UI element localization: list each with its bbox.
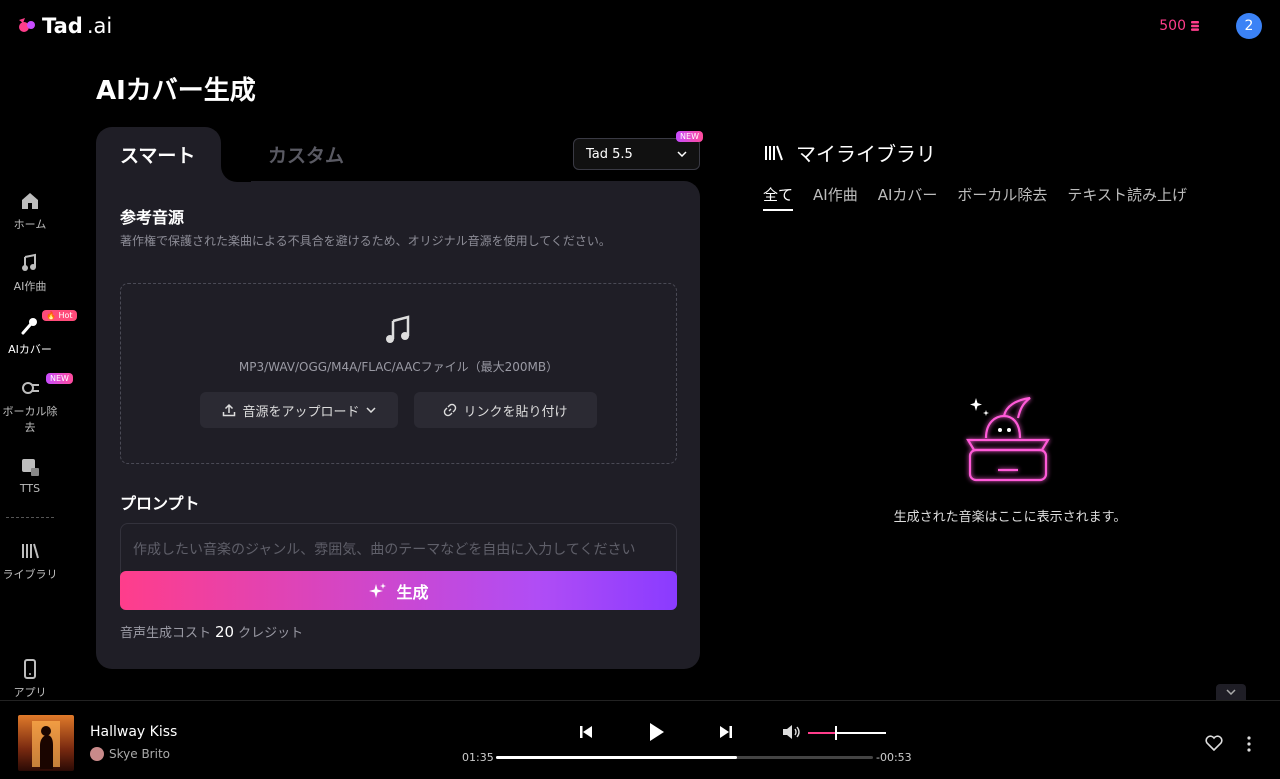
sidebar-label-vocal-remove: ボーカル除去 [2,405,58,434]
artist-avatar [90,747,104,761]
supported-formats: MP3/WAV/OGG/M4A/FLAC/AACファイル（最大200MB） [238,360,559,374]
library-icon [22,543,39,559]
model-new-badge: NEW [676,131,703,142]
artist-info[interactable]: Skye Brito [90,747,170,761]
song-title[interactable]: Hallway Kiss [90,724,177,740]
library-tabs: 全て AI作曲 AIカバー ボーカル除去 テキスト読み上げ [763,184,1187,211]
chevron-down-icon [677,151,687,157]
chevron-down-icon [1226,689,1236,695]
tab-custom[interactable]: カスタム [268,141,344,168]
sidebar-item-vocal-remove[interactable]: ボーカル除去 [0,377,60,435]
library-tab-tts[interactable]: テキスト読み上げ [1067,184,1187,211]
logo-text: Tad [42,14,83,38]
sidebar-item-home[interactable]: ホーム [0,190,60,232]
prompt-title: プロンプト [120,494,200,513]
upload-icon [223,403,236,417]
sidebar-item-app[interactable]: アプリ [0,658,60,700]
volume-icon[interactable] [782,724,802,740]
source-description: 著作権で保護された楽曲による不具合を避けるため、オリジナル音源を使用してください… [120,234,611,248]
sidebar-item-tts[interactable]: TTS [0,456,60,495]
home-icon [22,193,38,209]
logo-suffix: .ai [86,14,113,38]
more-options-icon[interactable] [1246,736,1252,752]
avatar-letter: 2 [1244,18,1254,34]
empty-box-icon [966,396,1050,482]
chevron-down-icon [365,407,376,413]
new-badge: NEW [46,373,73,384]
link-icon [444,403,457,417]
library-tab-ai-cover[interactable]: AIカバー [878,184,938,211]
heart-icon[interactable] [1205,735,1223,751]
credits-count: 500 [1159,18,1186,34]
artist-name: Skye Brito [109,747,170,761]
volume-slider[interactable] [808,732,886,734]
sidebar-label-app: アプリ [13,686,47,699]
library-tab-vocal-remove[interactable]: ボーカル除去 [957,184,1047,211]
elapsed-time: 01:35 [462,751,494,764]
next-track-icon[interactable] [719,724,733,740]
sidebar-item-ai-cover[interactable]: AIカバー [0,315,60,357]
sidebar-label-home: ホーム [13,218,47,231]
sidebar-label-tts: TTS [19,482,41,495]
credits-display[interactable]: 500 [1159,18,1200,34]
volume-fill [808,732,836,734]
coin-stack-icon [1191,21,1199,31]
upload-audio-label: 音源をアップロード [242,404,360,420]
tab-smart[interactable]: スマート [96,127,221,187]
library-empty-message: 生成された音楽はここに表示されます。 [893,510,1127,525]
model-value: Tad 5.5 [586,146,633,162]
microphone-icon [21,318,37,335]
sidebar-label-library: ライブラリ [2,568,58,581]
panel-corner-mask [221,150,251,182]
generation-cost: 音声生成コスト 20 クレジット [120,622,304,642]
volume-handle[interactable] [835,726,838,740]
paste-link-button[interactable]: リンクを貼り付け [414,392,597,428]
library-tab-ai-compose[interactable]: AI作曲 [813,184,858,211]
logo[interactable]: Tad .ai [16,14,112,38]
generate-label: 生成 [396,582,429,602]
cost-suffix: クレジット [238,626,304,641]
model-select[interactable]: Tad 5.5 NEW [573,131,703,170]
album-cover[interactable] [18,715,74,771]
music-note-icon [386,315,410,343]
logo-icon [19,18,35,32]
cost-prefix: 音声生成コスト [120,626,212,641]
user-avatar[interactable]: 2 [1236,13,1262,39]
cost-value: 20 [215,622,235,641]
paste-link-label: リンクを貼り付け [463,404,568,420]
cover-art [32,721,60,769]
remaining-time: -00:53 [876,751,912,764]
source-title: 参考音源 [120,208,185,227]
sidebar-divider [6,517,54,518]
sparkle-icon [369,582,387,598]
progress-fill [496,756,738,759]
playback-progress[interactable] [496,756,873,759]
library-tab-all[interactable]: 全て [763,184,794,211]
phone-icon [24,659,36,679]
music-note-icon [22,253,36,271]
collapse-player-button[interactable] [1216,684,1246,700]
library-heading: マイライブラリ [764,138,936,167]
generate-button[interactable]: 生成 [120,571,677,610]
tts-icon [22,459,39,476]
library-icon [765,145,783,160]
previous-track-icon[interactable] [579,724,593,740]
sidebar-label-ai-compose: AI作曲 [13,280,47,293]
sidebar-label-ai-cover: AIカバー [8,343,52,356]
page-title: AIカバー生成 [96,76,256,106]
play-icon[interactable] [648,722,666,742]
upload-audio-button[interactable]: 音源をアップロード [200,392,398,428]
hot-badge: 🔥 Hot [42,310,77,321]
music-player [0,700,1280,779]
sidebar-item-ai-compose[interactable]: AI作曲 [0,252,60,294]
library-title: マイライブラリ [796,142,936,166]
sidebar-item-library[interactable]: ライブラリ [0,540,60,582]
vocal-remove-icon [22,382,39,394]
